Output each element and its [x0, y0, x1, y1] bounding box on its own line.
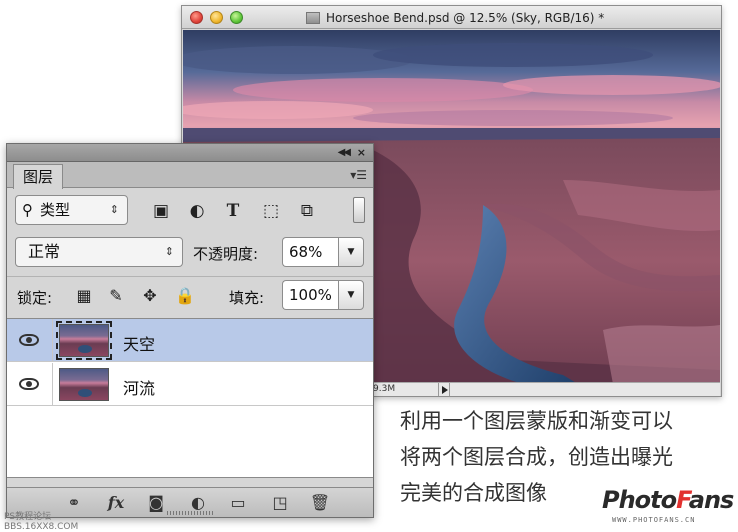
layer-name[interactable]: 河流 — [123, 375, 155, 399]
watermark: PS教程论坛 BBS.16XX8.COM — [4, 512, 78, 532]
resize-grip[interactable] — [167, 511, 213, 515]
fill-input[interactable]: 100% — [282, 280, 338, 310]
layer-row-sky[interactable]: 天空 — [7, 319, 373, 362]
panel-header[interactable]: ◀◀ × — [7, 144, 373, 162]
document-size: 9.3M — [373, 384, 396, 394]
zoom-window-icon[interactable] — [230, 11, 243, 24]
filter-toggle-switch[interactable] — [353, 197, 365, 223]
layer-filter-row: ⚲ 类型 ⇕ ▣ ◐ T ⬚ ⧉ — [7, 190, 373, 230]
image-filter-icon[interactable]: ▣ — [151, 202, 171, 220]
panel-menu-icon[interactable]: ▾☰ — [350, 168, 367, 182]
eye-icon — [19, 334, 39, 346]
opacity-label: 不透明度: — [193, 245, 259, 263]
caption-line: 利用一个图层蒙版和渐变可以 — [400, 409, 673, 433]
type-filter-icon[interactable]: T — [223, 202, 243, 220]
filter-type-label: 类型 — [40, 201, 71, 219]
brand-photo-text: Photo — [602, 486, 677, 514]
document-titlebar[interactable]: Horseshoe Bend.psd @ 12.5% (Sky, RGB/16)… — [182, 6, 721, 29]
link-icon[interactable]: ⚭ — [63, 493, 85, 513]
blend-mode-value: 正常 — [28, 242, 61, 261]
layer-row-river[interactable]: 河流 — [7, 363, 373, 406]
caption-line: 将两个图层合成，创造出曝光 — [400, 445, 673, 469]
visibility-toggle[interactable] — [7, 363, 53, 406]
brand-ans-text: ans — [688, 486, 735, 514]
updown-arrow-icon: ⇕ — [164, 245, 174, 258]
document-icon — [306, 12, 320, 24]
smart-object-filter-icon[interactable]: ⧉ — [297, 202, 317, 220]
layer-list: 天空 河流 — [7, 318, 373, 478]
status-menu-arrow-icon[interactable] — [438, 383, 450, 396]
layers-panel: ◀◀ × 图层 ▾☰ ⚲ 类型 ⇕ ▣ ◐ T ⬚ ⧉ 正常 ⇕ 不透明度: 6… — [6, 143, 374, 518]
close-window-icon[interactable] — [190, 11, 203, 24]
watermark-line: PS教程论坛 — [4, 512, 52, 522]
layer-name[interactable]: 天空 — [123, 331, 155, 355]
folder-icon[interactable]: ▭ — [227, 493, 249, 513]
brand-logo: PhotoFans — [602, 486, 735, 514]
layer-thumbnail[interactable] — [56, 321, 112, 360]
brand-url: WWW.PHOTOFANS.CN — [612, 516, 696, 524]
fx-icon[interactable]: fx — [105, 493, 127, 513]
new-layer-icon[interactable]: ◳ — [269, 493, 291, 513]
mask-icon[interactable]: ◙ — [145, 493, 167, 513]
lock-row: 锁定: ▦ ✎ ✥ 🔒 填充: 100% ▼ — [7, 276, 373, 312]
fill-dropdown-icon[interactable]: ▼ — [338, 280, 364, 310]
fill-label: 填充: — [229, 289, 265, 307]
lock-label: 锁定: — [17, 289, 53, 307]
layer-thumbnail[interactable] — [59, 368, 109, 401]
opacity-input[interactable]: 68% — [282, 237, 338, 267]
eye-icon — [19, 378, 39, 390]
search-icon: ⚲ — [22, 201, 33, 219]
lock-all-icon[interactable]: 🔒 — [175, 287, 195, 305]
document-title-text: Horseshoe Bend.psd @ 12.5% (Sky, RGB/16)… — [326, 11, 605, 25]
adjustment-filter-icon[interactable]: ◐ — [187, 202, 207, 220]
blend-mode-select[interactable]: 正常 ⇕ — [15, 237, 183, 267]
brand-f-text: F — [676, 486, 690, 514]
adjustment-layer-icon[interactable]: ◐ — [187, 493, 209, 513]
minimize-window-icon[interactable] — [210, 11, 223, 24]
lock-image-icon[interactable]: ✎ — [107, 287, 125, 305]
double-chevron-icon[interactable]: ◀◀ — [338, 147, 351, 158]
filter-type-select[interactable]: ⚲ 类型 ⇕ — [15, 195, 128, 225]
lock-position-icon[interactable]: ✥ — [141, 287, 159, 305]
trash-icon[interactable]: 🗑 — [309, 493, 331, 513]
blend-row: 正常 ⇕ 不透明度: 68% ▼ — [7, 234, 373, 270]
close-icon[interactable]: × — [357, 146, 366, 159]
document-title: Horseshoe Bend.psd @ 12.5% (Sky, RGB/16)… — [306, 10, 604, 26]
tab-layers[interactable]: 图层 — [13, 164, 63, 189]
opacity-dropdown-icon[interactable]: ▼ — [338, 237, 364, 267]
visibility-toggle[interactable] — [7, 319, 53, 362]
lock-transparent-icon[interactable]: ▦ — [75, 287, 93, 305]
shape-filter-icon[interactable]: ⬚ — [261, 202, 281, 220]
panel-tab-row: 图层 ▾☰ — [7, 162, 373, 189]
updown-arrow-icon: ⇕ — [109, 203, 119, 216]
